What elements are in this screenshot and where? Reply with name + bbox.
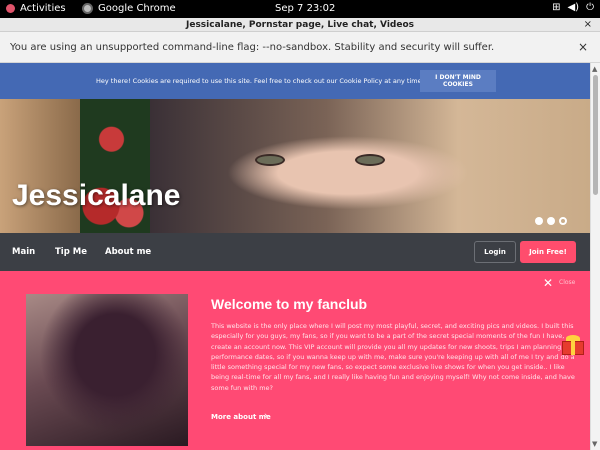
activities-label: Activities — [20, 3, 66, 14]
activities-button[interactable]: Activities — [6, 3, 66, 14]
scrollbar-thumb[interactable] — [593, 75, 598, 195]
slider-dot-2[interactable] — [547, 217, 555, 225]
network-icon: ⊞ — [552, 2, 561, 13]
scroll-down-icon[interactable]: ▼ — [592, 440, 597, 448]
window-title-bar: Jessicalane, Pornstar page, Live chat, V… — [0, 18, 600, 32]
close-label[interactable]: Close — [559, 279, 575, 286]
window-title: Jessicalane, Pornstar page, Live chat, V… — [186, 20, 414, 30]
page-viewport: Hey there! Cookies are required to use t… — [0, 63, 590, 450]
join-free-button[interactable]: Join Free! — [520, 241, 576, 263]
chrome-icon — [82, 3, 93, 14]
infobar-close-icon[interactable]: × — [578, 40, 588, 54]
gift-icon[interactable] — [562, 335, 586, 355]
app-menu[interactable]: Google Chrome — [82, 3, 176, 14]
system-tray[interactable]: ⊞ ◀) ⏻ — [552, 2, 594, 13]
hero-portrait-eye-right — [355, 154, 385, 166]
infobar-message: You are using an unsupported command-lin… — [10, 41, 495, 53]
profile-name: Jessicalane — [12, 179, 181, 212]
power-icon: ⏻ — [586, 2, 594, 13]
nav-item-tip-me[interactable]: Tip Me — [55, 247, 87, 257]
hero-banner: Jessicalane — [0, 99, 590, 233]
chevron-right-icon[interactable]: › — [264, 411, 268, 421]
slider-dot-3-active[interactable] — [559, 217, 567, 225]
slider-dots — [535, 217, 567, 225]
cookie-text: Hey there! Cookies are required to use t… — [96, 77, 424, 85]
fanclub-title: Welcome to my fanclub — [211, 296, 368, 312]
clock[interactable]: Sep 7 23:02 — [275, 3, 335, 14]
accept-cookies-button[interactable]: I DON'T MIND COOKIES — [420, 70, 496, 92]
main-nav: Main Tip Me About me Login Join Free! — [0, 233, 590, 271]
gift-ribbon — [571, 341, 575, 355]
hero-image-portrait — [150, 99, 590, 233]
slider-dot-1[interactable] — [535, 217, 543, 225]
more-about-me-link[interactable]: More about me — [211, 413, 271, 421]
activities-icon — [6, 4, 15, 13]
fanclub-photo — [26, 294, 188, 446]
fanclub-description: This website is the only place where I w… — [211, 322, 578, 392]
page-scrollbar[interactable]: ▲ ▼ — [590, 63, 600, 450]
nav-item-main[interactable]: Main — [12, 247, 35, 257]
hero-portrait-eye-left — [255, 154, 285, 166]
window-close-icon[interactable]: × — [584, 18, 592, 32]
scroll-up-icon[interactable]: ▲ — [592, 65, 597, 73]
fanclub-section: ✕ Close Welcome to my fanclub This websi… — [0, 271, 590, 450]
system-top-bar: Activities Google Chrome Sep 7 23:02 ⊞ ◀… — [0, 0, 600, 18]
nav-item-about-me[interactable]: About me — [105, 247, 151, 257]
close-icon[interactable]: ✕ — [543, 276, 553, 290]
volume-icon: ◀) — [567, 2, 580, 13]
app-name: Google Chrome — [98, 3, 176, 14]
login-button[interactable]: Login — [474, 241, 516, 263]
cookie-banner: Hey there! Cookies are required to use t… — [0, 63, 590, 99]
sandbox-warning-infobar: You are using an unsupported command-lin… — [0, 32, 600, 63]
